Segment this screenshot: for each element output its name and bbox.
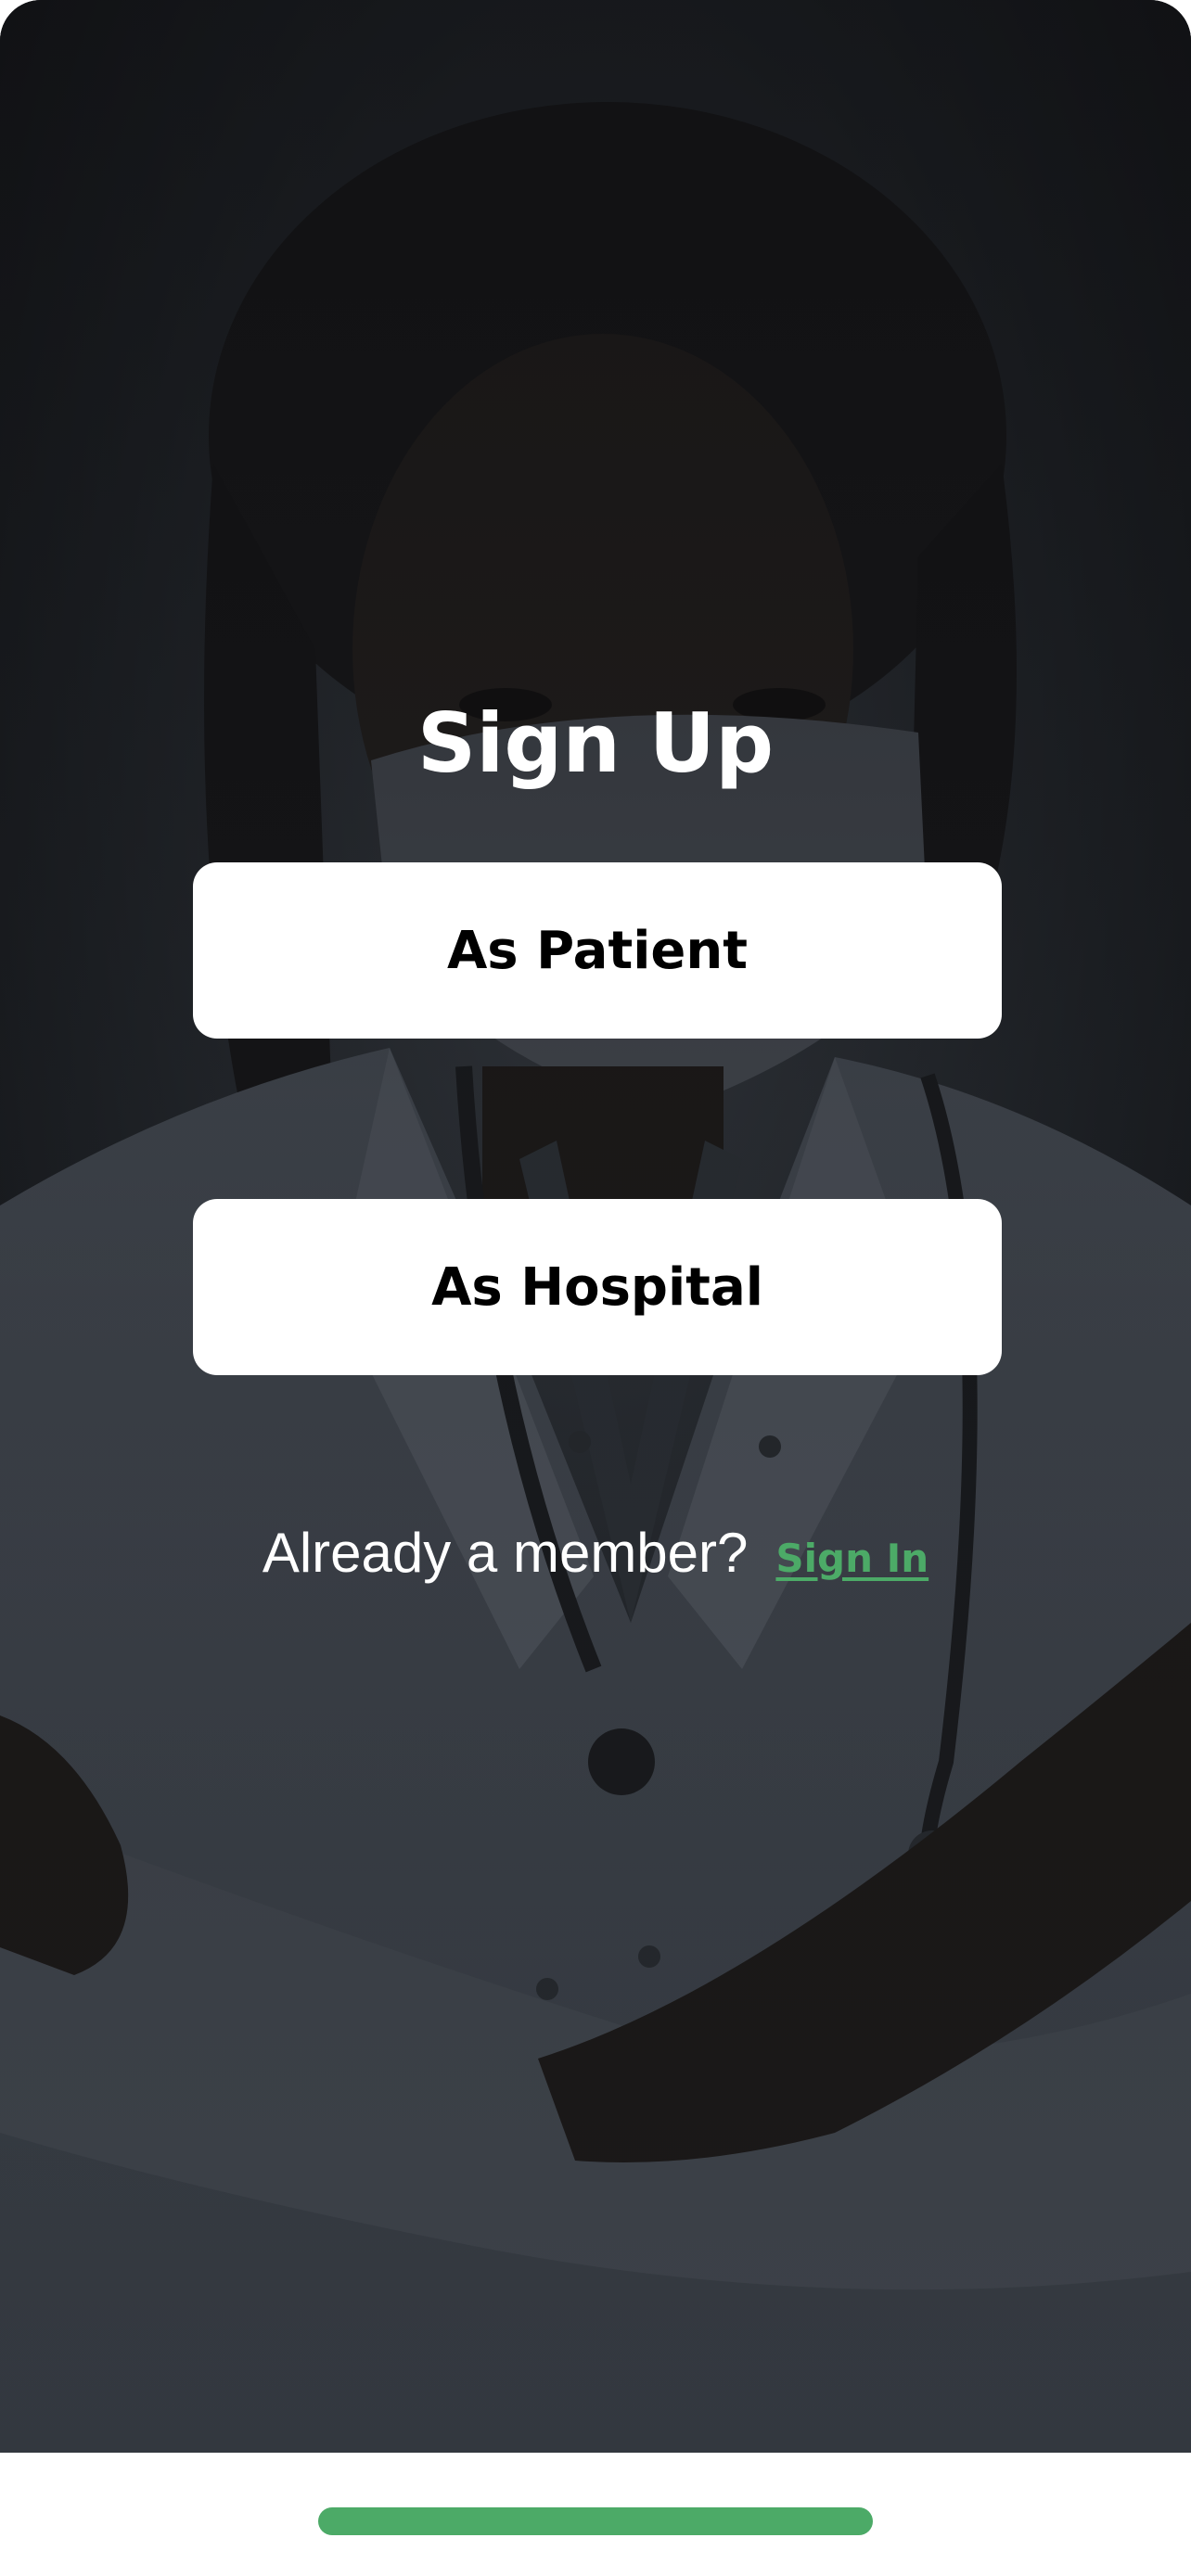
sign-up-as-patient-button[interactable]: As Patient — [193, 862, 1002, 1039]
home-indicator[interactable] — [318, 2507, 873, 2535]
already-member-row: Already a member? Sign In — [0, 1521, 1191, 1585]
signup-screen: Sign Up As Patient As Hospital Already a… — [0, 0, 1191, 2453]
already-member-text: Already a member? — [262, 1522, 749, 1584]
sign-in-link[interactable]: Sign In — [775, 1536, 928, 1581]
page-title: Sign Up — [416, 695, 775, 791]
sign-up-as-patient-label: As Patient — [446, 920, 749, 981]
sign-up-as-hospital-button[interactable]: As Hospital — [193, 1199, 1002, 1375]
sign-up-as-hospital-label: As Hospital — [431, 1256, 763, 1318]
